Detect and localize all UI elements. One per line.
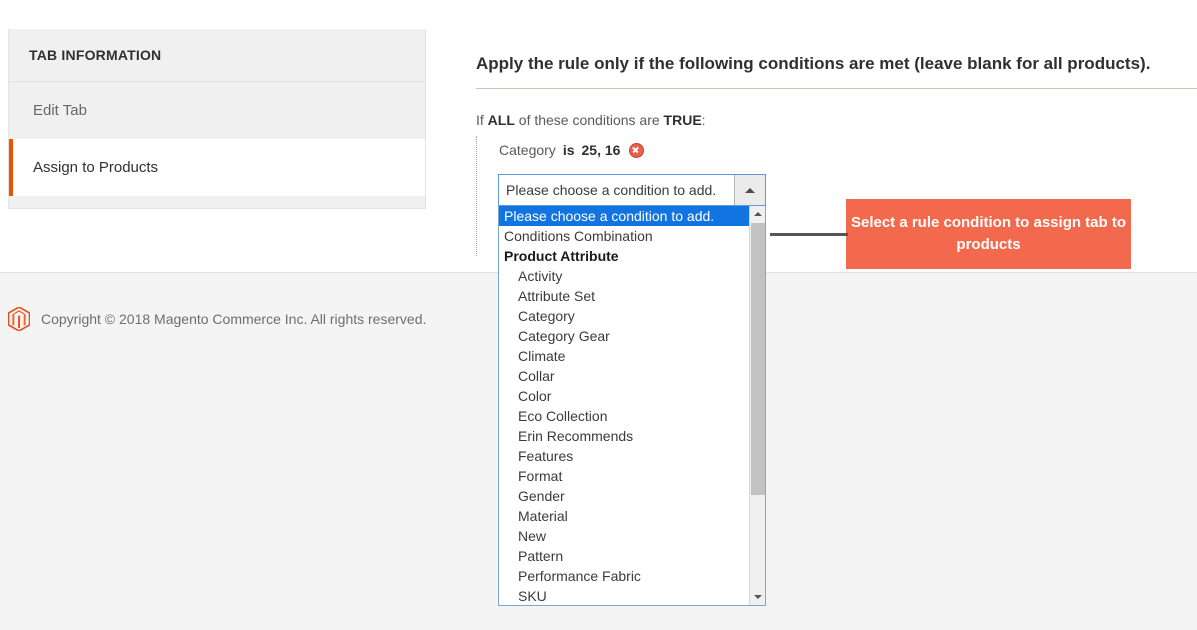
select-option[interactable]: Collar [499,366,765,386]
scrollbar-thumb[interactable] [751,223,765,495]
options-container: Please choose a condition to add. Conditi… [499,206,765,605]
select-option[interactable]: Pattern [499,546,765,566]
select-option[interactable]: Activity [499,266,765,286]
tab-information-panel: TAB INFORMATION Edit Tab Assign to Produ… [8,29,426,209]
select-option[interactable]: Features [499,446,765,466]
select-option[interactable]: Material [499,506,765,526]
page-content-area: TAB INFORMATION Edit Tab Assign to Produ… [0,0,1197,606]
select-option[interactable]: Conditions Combination [499,226,765,246]
options-scrollbar[interactable] [749,206,765,605]
sidebar-item-assign-to-products[interactable]: Assign to Products [9,139,425,196]
tab-panel-footer-strip [9,196,425,208]
scroll-up-arrow-icon[interactable] [750,206,765,222]
triangle-up-icon[interactable] [734,175,765,205]
condition-attribute[interactable]: Category [499,142,556,158]
remove-circle-icon[interactable] [629,142,645,158]
select-option[interactable]: Format [499,466,765,486]
copyright-text: Copyright © 2018 Magento Commerce Inc. A… [41,311,427,327]
select-option[interactable]: Gender [499,486,765,506]
rule-value-link[interactable]: TRUE [664,112,702,128]
select-option[interactable]: Color [499,386,765,406]
tab-information-title: TAB INFORMATION [29,47,162,63]
magento-logo-icon [8,307,30,331]
select-option[interactable]: Category Gear [499,326,765,346]
title-divider [476,88,1197,89]
select-option[interactable]: Eco Collection [499,406,765,426]
condition-operator[interactable]: is [563,142,575,158]
footer-content: Copyright © 2018 Magento Commerce Inc. A… [8,307,426,331]
sidebar-item-label: Assign to Products [33,159,159,176]
scroll-down-arrow-icon[interactable] [750,589,765,605]
rule-intro-middle: of these conditions are [518,112,660,128]
select-option[interactable]: Climate [499,346,765,366]
condition-select-options-list[interactable]: Please choose a condition to add. Conditi… [498,206,766,606]
sidebar-item-label: Edit Tab [33,102,87,119]
select-option[interactable]: Category [499,306,765,326]
option-group-label: Product Attribute [504,248,619,264]
callout-annotation: Select a rule condition to assign tab to… [846,199,1131,269]
select-option[interactable]: Performance Fabric [499,566,765,586]
condition-select-value: Please choose a condition to add. [506,182,717,198]
rule-intro-suffix: : [701,112,706,128]
select-option[interactable]: SKU [499,586,765,605]
rule-aggregator-link[interactable]: ALL [488,112,515,128]
condition-select[interactable]: Please choose a condition to add. [498,174,766,206]
rule-intro-prefix: If [476,112,484,128]
callout-text: Select a rule condition to assign tab to… [850,214,1127,253]
condition-row: Category is 25, 16 [499,136,645,164]
select-option[interactable]: Please choose a condition to add. [499,206,765,226]
select-option[interactable]: Attribute Set [499,286,765,306]
rule-intro-line: If ALL of these conditions are TRUE: [476,112,706,128]
callout-connector-line [770,233,848,236]
condition-value[interactable]: 25, 16 [582,142,621,158]
sidebar-item-edit-tab[interactable]: Edit Tab [9,82,425,139]
select-option[interactable]: New [499,526,765,546]
select-option[interactable]: Erin Recommends [499,426,765,446]
condition-select-wrapper: Please choose a condition to add. Please… [498,174,766,606]
tab-information-header: TAB INFORMATION [9,29,425,82]
page-title: Apply the rule only if the following con… [476,54,1151,73]
